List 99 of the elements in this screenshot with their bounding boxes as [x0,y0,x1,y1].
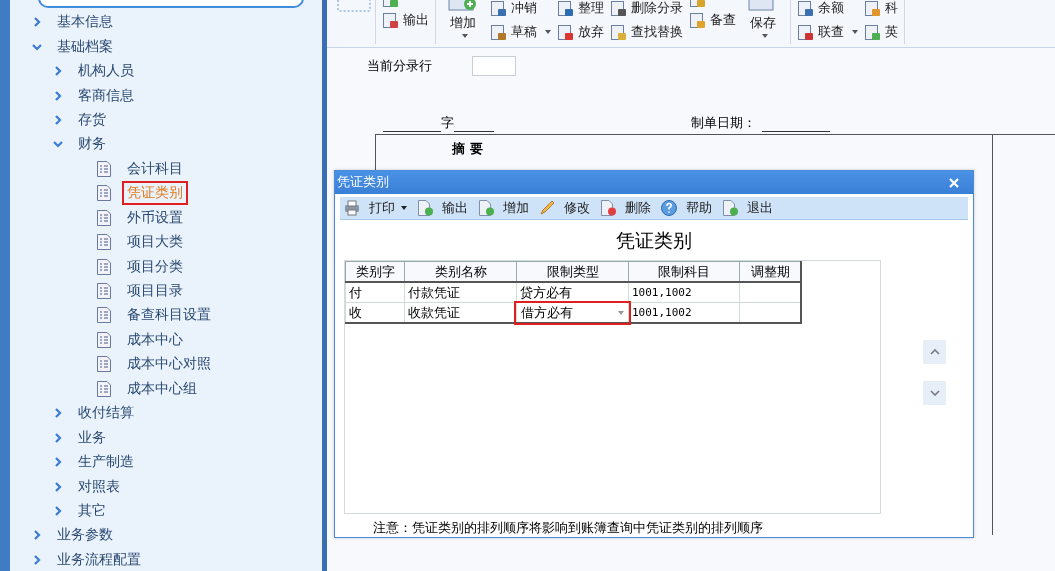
note-text: 注意：凭证类别的排列顺序将影响到账簿查询中凭证类别的排列顺序 [372,519,764,537]
caret-icon [762,34,768,38]
tree-item[interactable]: 备查科目设置 [121,303,216,328]
toolbar-button[interactable]: 增加 [442,0,484,44]
tree-item[interactable]: 项目目录 [121,279,188,304]
document-icon [95,257,112,276]
chevron-right-icon[interactable] [52,481,63,492]
column-header: 类别名称 [404,261,517,282]
column-header: 摘 要 [452,141,483,156]
tree-item[interactable]: 成本中心对照 [121,352,216,377]
tree-item[interactable]: 生产制造 [72,450,139,475]
table-cell: 收 [345,302,405,323]
table-cell: 1001,1002 [628,302,740,323]
tree-item[interactable]: 业务流程配置 [51,547,146,571]
toolbar-button[interactable]: 删除分录 [610,0,683,19]
toolbar-button[interactable]: 科 [864,0,898,19]
toolbar-button[interactable]: 放弃 [557,21,604,43]
caret-icon [618,310,624,315]
chevron-right-icon[interactable] [52,66,63,77]
toolbar-button[interactable]: 修改 [538,199,590,218]
chevron-right-icon[interactable] [52,432,63,443]
document-icon [95,184,112,203]
dialog-heading: 凭证类别 [615,228,693,253]
table-cell: 付款凭证 [404,282,517,303]
pencil-icon [538,199,556,218]
help-icon [660,199,678,218]
document-icon [95,159,112,178]
tree-item[interactable]: 财务 [72,132,111,157]
chevron-right-icon[interactable] [31,17,42,28]
caret-icon [401,206,407,211]
chevron-right-icon[interactable] [52,505,63,516]
tree-item[interactable]: 基础档案 [51,34,118,59]
table-cell: 付 [345,282,405,303]
document-icon [95,355,112,374]
tree-item[interactable]: 业务 [72,425,111,450]
chevron-down-icon[interactable] [31,41,42,52]
toolbar-button[interactable]: 整理 [557,0,604,19]
move-down-button[interactable] [923,381,946,405]
toolbar-button[interactable]: 英 [864,21,898,43]
move-up-button[interactable] [923,340,946,364]
chevron-right-icon[interactable] [52,408,63,419]
chevron-up-icon [929,349,940,355]
toolbar-button[interactable]: 余额 [797,0,858,19]
field-label: 字 [441,114,454,132]
toolbar-button[interactable]: 备查 [689,9,736,31]
document-icon [95,282,112,301]
document-icon [95,208,112,227]
toolbar-button[interactable]: 删除 [599,199,651,218]
close-icon[interactable] [949,177,959,188]
toolbar-button[interactable]: 保存 [742,0,784,44]
toolbar-button[interactable]: 查找替换 [610,21,683,43]
toolbar-button[interactable]: 退出 [721,199,773,218]
column-header: 类别字 [345,261,405,282]
document-icon [95,233,112,252]
toolbar-button[interactable]: 输出 [382,9,429,31]
chevron-right-icon[interactable] [52,114,63,125]
column-header: 限制类型 [516,261,629,282]
toolbar-button[interactable]: 增加 [477,199,529,218]
dialog-title: 凭证类别 [337,174,389,192]
chevron-down-icon [929,390,940,396]
field-label: 制单日期： [691,114,756,132]
tree-item[interactable]: 其它 [72,498,111,523]
caret-icon [545,30,551,34]
tree-item[interactable]: 成本中心组 [121,376,202,401]
chevron-right-icon[interactable] [52,90,63,101]
column-header: 调整期 [739,261,801,282]
tree-item[interactable]: 外币设置 [121,205,188,230]
document-icon [95,306,112,325]
toolbar-button[interactable]: 打印 [343,199,407,218]
chevron-right-icon[interactable] [52,457,63,468]
tree-item[interactable]: 收付结算 [72,401,139,426]
tree-item[interactable]: 客商信息 [72,83,139,108]
toolbar-button[interactable]: 输出 [416,199,468,218]
table-cell: 1001,1002 [628,282,740,303]
caret-icon [462,34,468,38]
toolbar-button[interactable]: 冲销 [490,0,551,19]
caret-icon [852,30,858,34]
toolbar-button[interactable]: 草稿 [490,21,551,43]
input-field[interactable] [472,56,516,76]
document-plus-icon [477,199,495,218]
printer-icon [343,199,361,218]
tree-item[interactable]: 基本信息 [51,10,118,35]
tree-item[interactable]: 存货 [72,107,111,132]
field-label: 当前分录行 [367,57,432,75]
document-icon [95,330,112,349]
tree-item[interactable]: 项目大类 [121,230,188,255]
column-header: 限制科目 [628,261,740,282]
tree-item[interactable]: 成本中心 [121,327,188,352]
toolbar-button[interactable]: 联查 [797,21,858,43]
chevron-right-icon[interactable] [31,530,42,541]
chevron-down-icon[interactable] [52,139,63,150]
tree-item[interactable]: 业务参数 [51,523,118,548]
toolbar-button[interactable]: 帮助 [660,199,712,218]
document-icon [95,379,112,398]
chevron-right-icon[interactable] [31,554,42,565]
tree-item[interactable]: 机构人员 [72,59,139,84]
tree-item[interactable]: 对照表 [72,474,125,499]
tree-item[interactable]: 会计科目 [121,156,188,181]
tree-item[interactable]: 项目分类 [121,254,188,279]
